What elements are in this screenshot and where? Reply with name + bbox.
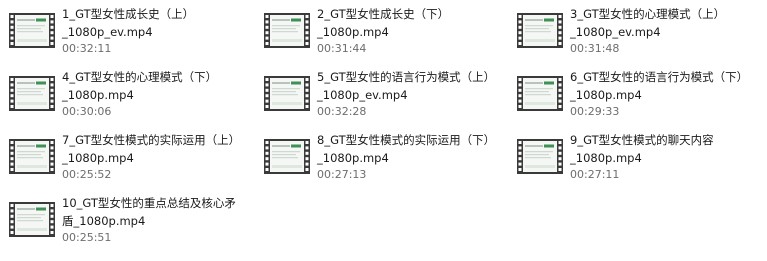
- file-item[interactable]: 1_GT型女性成长史（上） _1080p_ev.mp4 00:32:11: [0, 4, 250, 62]
- file-name: 1_GT型女性成长史（上） _1080p_ev.mp4: [62, 7, 195, 39]
- file-duration: 00:29:33: [570, 105, 620, 118]
- file-duration: 00:31:48: [570, 42, 620, 55]
- file-name: 10_GT型女性的重点总结及核心矛 盾_1080p.mp4: [62, 196, 236, 228]
- file-duration: 00:31:44: [317, 42, 367, 55]
- file-item[interactable]: 8_GT型女性模式的实际运用（下） _1080p.mp4 00:27:13: [255, 130, 505, 188]
- file-grid: 1_GT型女性成长史（上） _1080p_ev.mp4 00:32:11 2_G…: [0, 0, 767, 261]
- file-item[interactable]: 6_GT型女性的语言行为模式（下） _1080p.mp4 00:29:33: [508, 67, 758, 125]
- file-duration: 00:27:13: [317, 168, 367, 181]
- file-item[interactable]: 4_GT型女性的心理模式（下） _1080p.mp4 00:30:06: [0, 67, 250, 125]
- file-name: 9_GT型女性模式的聊天内容 _1080p.mp4: [570, 133, 714, 165]
- file-name: 6_GT型女性的语言行为模式（下） _1080p.mp4: [570, 70, 749, 102]
- file-item[interactable]: 2_GT型女性成长史（下） _1080p.mp4 00:31:44: [255, 4, 505, 62]
- file-name: 3_GT型女性的心理模式（上） _1080p_ev.mp4: [570, 7, 726, 39]
- file-item[interactable]: 10_GT型女性的重点总结及核心矛 盾_1080p.mp4 00:25:51: [0, 193, 250, 251]
- file-item[interactable]: 3_GT型女性的心理模式（上） _1080p_ev.mp4 00:31:48: [508, 4, 758, 62]
- file-name: 5_GT型女性的语言行为模式（上） _1080p_ev.mp4: [317, 70, 496, 102]
- file-duration: 00:25:52: [62, 168, 112, 181]
- file-duration: 00:25:51: [62, 231, 112, 244]
- file-item[interactable]: 7_GT型女性模式的实际运用（上） _1080p.mp4 00:25:52: [0, 130, 250, 188]
- file-name: 4_GT型女性的心理模式（下） _1080p.mp4: [62, 70, 218, 102]
- video-file-thumbnail-icon: [9, 13, 55, 48]
- video-file-thumbnail-icon: [9, 76, 55, 111]
- video-file-thumbnail-icon: [9, 139, 55, 174]
- file-name: 7_GT型女性模式的实际运用（上） _1080p.mp4: [62, 133, 241, 165]
- video-file-thumbnail-icon: [517, 13, 563, 48]
- file-duration: 00:32:11: [62, 42, 112, 55]
- file-name: 8_GT型女性模式的实际运用（下） _1080p.mp4: [317, 133, 496, 165]
- file-duration: 00:27:11: [570, 168, 620, 181]
- video-file-thumbnail-icon: [264, 13, 310, 48]
- video-file-thumbnail-icon: [517, 139, 563, 174]
- video-file-thumbnail-icon: [264, 139, 310, 174]
- video-file-thumbnail-icon: [264, 76, 310, 111]
- video-file-thumbnail-icon: [517, 76, 563, 111]
- file-name: 2_GT型女性成长史（下） _1080p.mp4: [317, 7, 450, 39]
- file-duration: 00:32:28: [317, 105, 367, 118]
- video-file-thumbnail-icon: [9, 202, 55, 237]
- file-item[interactable]: 5_GT型女性的语言行为模式（上） _1080p_ev.mp4 00:32:28: [255, 67, 505, 125]
- file-duration: 00:30:06: [62, 105, 112, 118]
- file-item[interactable]: 9_GT型女性模式的聊天内容 _1080p.mp4 00:27:11: [508, 130, 758, 188]
